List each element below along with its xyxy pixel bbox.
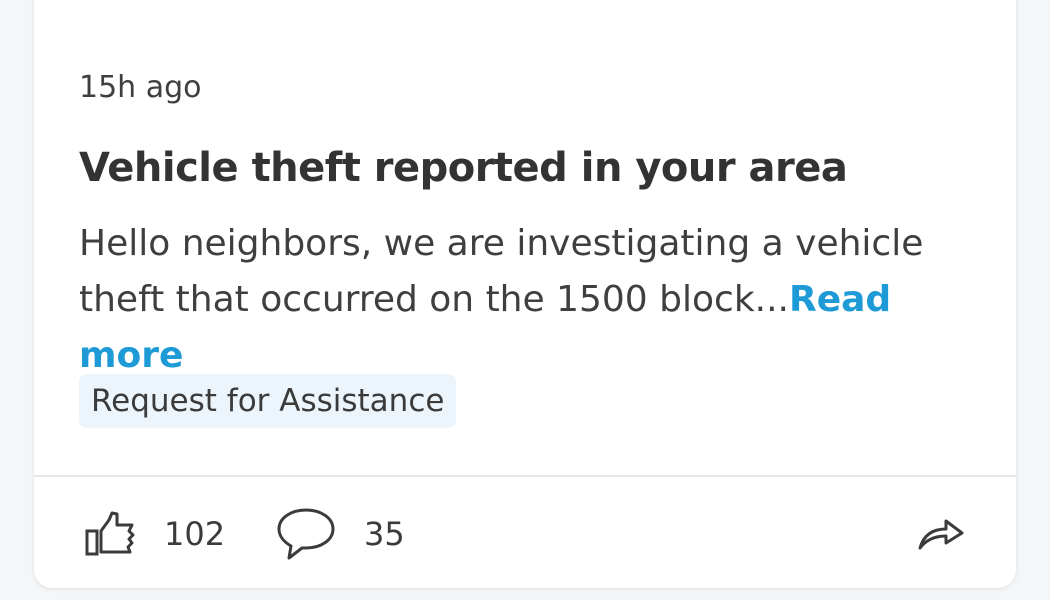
post-title[interactable]: Vehicle theft reported in your area: [79, 142, 848, 194]
like-button[interactable]: 102: [84, 504, 225, 564]
post-card: 15h ago Vehicle theft reported in your a…: [34, 0, 1016, 588]
post-body: Hello neighbors, we are investigating a …: [79, 216, 999, 384]
comment-button[interactable]: 35: [276, 504, 405, 564]
like-count: 102: [164, 515, 226, 553]
share-arrow-icon: [916, 512, 966, 552]
comment-bubble-icon: [276, 506, 336, 562]
share-button[interactable]: [916, 512, 966, 552]
post-timestamp: 15h ago: [79, 70, 202, 105]
comment-count: 35: [364, 515, 405, 553]
thumbs-up-icon: [84, 510, 138, 558]
card-divider: [34, 475, 1016, 477]
post-category-tag[interactable]: Request for Assistance: [79, 374, 457, 428]
